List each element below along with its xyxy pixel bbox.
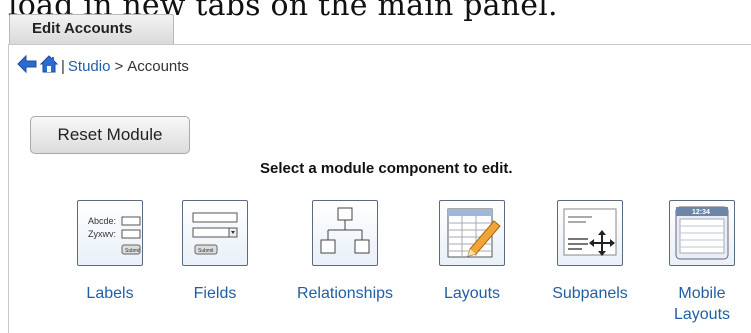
component-fields[interactable]: Submit Fields (155, 200, 275, 304)
back-arrow-icon[interactable] (17, 54, 37, 78)
component-mobile-layouts[interactable]: 12:34 Mobile Layouts (642, 200, 751, 325)
mobile-icon-time: 12:34 (692, 209, 710, 216)
tab-edit-accounts[interactable]: Edit Accounts (9, 14, 174, 45)
component-labels[interactable]: Abcde: Zyxwv: Submit Labels (50, 200, 170, 304)
instruction-text: Select a module component to edit. (260, 160, 513, 177)
component-label-mobile-layouts[interactable]: Mobile Layouts (642, 283, 751, 325)
component-label-labels[interactable]: Labels (50, 283, 170, 304)
labels-icon[interactable]: Abcde: Zyxwv: Submit (77, 200, 143, 266)
home-icon[interactable] (39, 54, 59, 78)
component-label-layouts[interactable]: Layouts (412, 283, 532, 304)
breadcrumb-separator: | (61, 57, 65, 75)
subpanels-icon[interactable] (557, 200, 623, 266)
fields-icon[interactable]: Submit (182, 200, 248, 266)
component-label-subpanels[interactable]: Subpanels (530, 283, 650, 304)
breadcrumb-link-studio[interactable]: Studio (68, 58, 111, 75)
component-label-relationships[interactable]: Relationships (285, 283, 405, 304)
breadcrumb: | Studio > Accounts (17, 54, 189, 78)
breadcrumb-arrow: > (114, 57, 124, 75)
component-layouts[interactable]: Layouts (412, 200, 532, 304)
component-label-fields[interactable]: Fields (155, 283, 275, 304)
labels-icon-text-1: Abcde: (88, 216, 116, 226)
mobile-layouts-label-line-2[interactable]: Layouts (674, 306, 730, 323)
labels-icon-submit: Submit (125, 248, 141, 254)
fields-icon-submit: Submit (198, 248, 214, 254)
layouts-icon[interactable] (439, 200, 505, 266)
component-subpanels[interactable]: Subpanels (530, 200, 650, 304)
labels-icon-text-2: Zyxwv: (88, 229, 116, 239)
mobile-layouts-label-line-1[interactable]: Mobile (678, 285, 725, 302)
relationships-icon[interactable] (312, 200, 378, 266)
breadcrumb-current: Accounts (127, 57, 189, 75)
mobile-layouts-icon[interactable]: 12:34 (669, 200, 735, 266)
component-relationships[interactable]: Relationships (285, 200, 405, 304)
reset-module-button[interactable]: Reset Module (30, 116, 190, 154)
